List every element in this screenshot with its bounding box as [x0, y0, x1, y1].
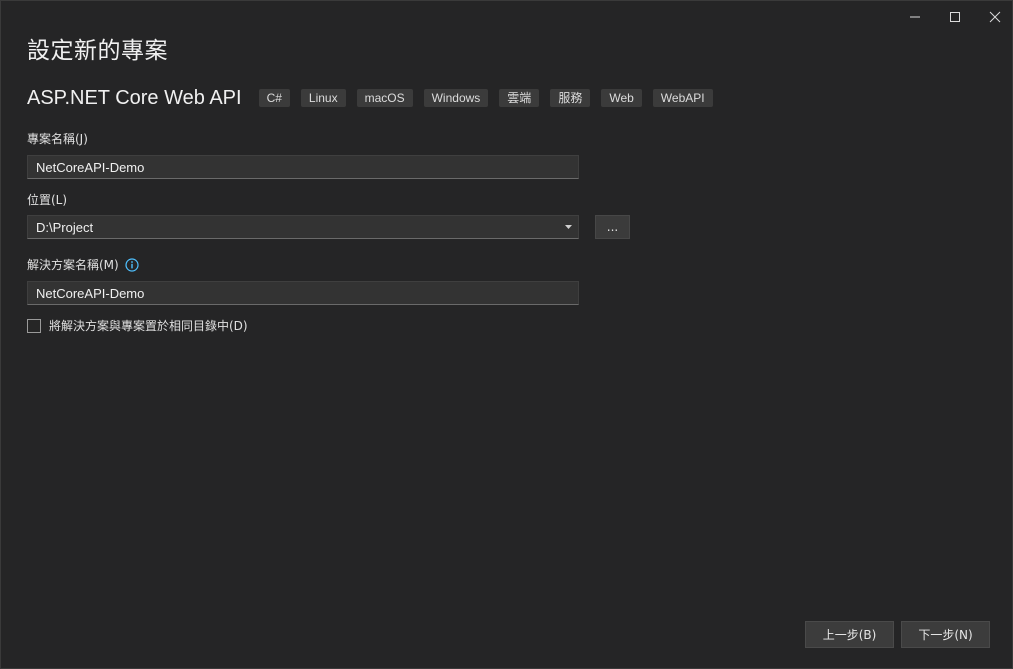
- same-directory-label[interactable]: 將解決方案與專案置於相同目錄中(D): [49, 317, 248, 334]
- maximize-icon: [950, 12, 960, 22]
- create-project-dialog: 設定新的專案 ASP.NET Core Web API C# Linux mac…: [0, 0, 1013, 669]
- minimize-button[interactable]: [895, 3, 935, 31]
- dropdown-arrow-icon[interactable]: [560, 225, 576, 229]
- tag-cloud: 雲端: [499, 89, 540, 107]
- back-button[interactable]: 上一步(B): [805, 621, 894, 648]
- solution-name-label-row: 解決方案名稱(M): [27, 256, 139, 273]
- browse-location-button[interactable]: ...: [595, 215, 630, 239]
- template-tags: C# Linux macOS Windows 雲端 服務 Web WebAPI: [258, 89, 724, 107]
- project-name-input[interactable]: [27, 155, 579, 179]
- tag-macos: macOS: [356, 89, 413, 107]
- same-directory-option[interactable]: 將解決方案與專案置於相同目錄中(D): [27, 317, 248, 334]
- location-combobox[interactable]: D:\Project: [27, 215, 579, 239]
- same-directory-checkbox[interactable]: [27, 318, 41, 333]
- template-name: ASP.NET Core Web API: [27, 86, 242, 109]
- minimize-icon: [910, 16, 920, 18]
- tag-csharp: C#: [258, 89, 290, 107]
- close-icon: [989, 11, 1001, 23]
- page-title: 設定新的專案: [27, 38, 168, 64]
- location-value: D:\Project: [36, 219, 94, 235]
- project-name-label: 專案名稱(J): [27, 132, 88, 146]
- template-header: ASP.NET Core Web API C# Linux macOS Wind…: [27, 86, 724, 110]
- location-label: 位置(L): [27, 193, 68, 207]
- close-button[interactable]: [975, 3, 1013, 31]
- tag-windows: Windows: [423, 89, 489, 107]
- tag-webapi: WebAPI: [652, 89, 713, 107]
- tag-service: 服務: [550, 89, 591, 107]
- maximize-button[interactable]: [935, 3, 975, 31]
- tag-linux: Linux: [300, 89, 346, 107]
- tag-web: Web: [601, 89, 642, 107]
- solution-name-label: 解決方案名稱(M): [27, 258, 119, 272]
- info-icon[interactable]: [125, 257, 139, 272]
- solution-name-input[interactable]: [27, 281, 579, 305]
- next-button[interactable]: 下一步(N): [901, 621, 990, 648]
